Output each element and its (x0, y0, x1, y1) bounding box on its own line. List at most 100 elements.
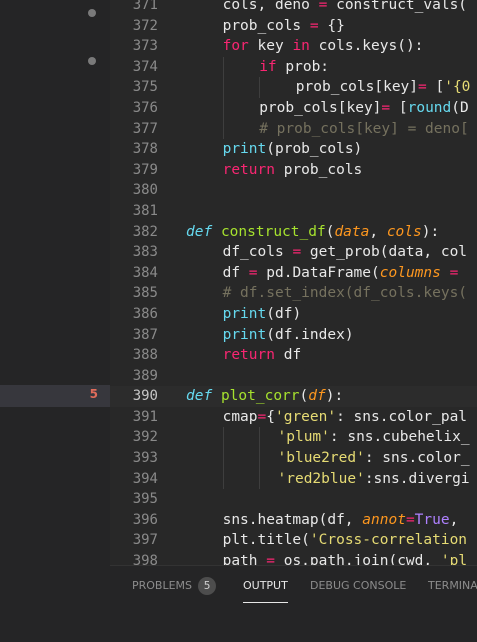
code-token: :sns.divergi (364, 470, 470, 487)
code-token: = (266, 553, 275, 565)
code-token: prob_cols (222, 17, 310, 34)
line-number: 396 (132, 511, 158, 528)
indent-guide (259, 427, 261, 449)
code-token: ): (325, 388, 344, 405)
code-line[interactable]: 393 'blue2red': sns.color_ (110, 448, 477, 469)
code-token: cols (386, 223, 422, 240)
indent-guide (259, 77, 261, 98)
code-token: if (259, 58, 277, 75)
code-line[interactable]: 373 for key in cols.keys(): (110, 36, 477, 57)
code-line[interactable]: 371 cols, deno = construct_vals( (110, 0, 477, 16)
code-line[interactable]: 377 # prob_cols[key] = deno[ (110, 118, 477, 140)
code-token: prob_cols (274, 161, 363, 178)
code-line[interactable]: 397 plt.title('Cross-correlation (110, 530, 477, 551)
line-number: 386 (132, 305, 158, 322)
code-line[interactable]: 381 (110, 201, 477, 222)
marker-dot-icon (88, 9, 96, 17)
code-line[interactable]: 386 print(df) (110, 304, 477, 325)
line-number: 395 (132, 491, 158, 508)
tab-terminal[interactable]: TERMINA (428, 578, 477, 602)
code-token: = (248, 264, 258, 281)
code-token: 'blue2red' (277, 450, 365, 467)
code-text: 'plum': sns.cubehelix_ (278, 427, 470, 448)
code-token: = (405, 511, 415, 528)
indent-guide (259, 468, 261, 490)
code-token: data (334, 223, 370, 240)
line-number: 397 (132, 532, 158, 549)
code-token: : sns.color_pal (336, 408, 468, 425)
code-token: key (248, 38, 293, 55)
code-text: df_cols = get_prob(data, col (223, 242, 467, 263)
code-line[interactable]: 384 df = pd.DataFrame(columns = (110, 263, 477, 284)
code-text: return prob_cols (223, 160, 363, 181)
code-line[interactable]: 372 prob_cols = {} (110, 16, 477, 37)
code-text: prob_cols = {} (223, 16, 345, 37)
code-text: # df.set_index(df_cols.keys( (223, 283, 467, 304)
code-token: columns (379, 264, 441, 281)
code-token: (df.index) (266, 326, 354, 343)
line-number: 379 (132, 161, 158, 178)
code-line[interactable]: 380 (110, 180, 477, 201)
code-text: cmap={'green': sns.color_pal (223, 407, 467, 428)
code-token: (prob_cols) (266, 141, 363, 158)
code-line[interactable]: 378 print(prob_cols) (110, 139, 477, 160)
code-line[interactable]: 392 'plum': sns.cubehelix_ (110, 427, 477, 449)
code-token: {} (318, 17, 345, 34)
tab-terminal-label: TERMINA (428, 579, 477, 592)
code-line[interactable]: 387 print(df.index) (110, 325, 477, 346)
line-number: 374 (132, 58, 158, 75)
code-token: round (407, 99, 452, 116)
line-number: 391 (132, 408, 158, 425)
code-line[interactable]: 382 def construct_df(data, cols): (110, 222, 477, 243)
line-number: 398 (132, 553, 158, 565)
code-token: get_prob(data, col (301, 244, 468, 261)
code-token: True (414, 511, 450, 528)
code-token: = (418, 79, 427, 96)
code-token: (D (451, 99, 469, 116)
code-token: = (292, 244, 302, 261)
code-text: # prob_cols[key] = deno[ (259, 119, 469, 140)
code-token: construct_vals( (327, 0, 468, 13)
code-text: print(df.index) (223, 325, 354, 346)
indent-guide (222, 56, 224, 78)
code-line[interactable]: 394 'red2blue':sns.divergi (110, 468, 477, 490)
code-line[interactable]: 396 sns.heatmap(df, annot=True, (110, 510, 477, 531)
code-line[interactable]: 391 cmap={'green': sns.color_pal (110, 407, 477, 428)
code-text: df = pd.DataFrame(columns = (223, 263, 459, 284)
indent-guide (259, 448, 261, 469)
code-line[interactable]: 374 if prob: (110, 56, 477, 78)
code-editor[interactable]: 371 cols, deno = construct_vals(372 prob_c… (110, 0, 477, 565)
indent-guide (222, 468, 224, 490)
tab-output[interactable]: OUTPUT (243, 578, 288, 603)
code-line[interactable]: 395 (110, 489, 477, 510)
side-panel: 5 (0, 0, 110, 641)
code-text: for key in cols.keys(): (223, 36, 424, 57)
code-line[interactable]: 385 # df.set_index(df_cols.keys( (110, 283, 477, 304)
code-token: print (222, 305, 267, 322)
code-line[interactable]: 383 df_cols = get_prob(data, col (110, 242, 477, 263)
code-line[interactable]: 390 def plot_corr(df): (110, 386, 477, 407)
problem-count-badge: 5 (89, 387, 98, 401)
code-token: 'Cross-correlation (309, 532, 468, 549)
code-line[interactable]: 379 return prob_cols (110, 160, 477, 181)
problems-count-badge: 5 (198, 577, 217, 595)
code-token: plt.title( (222, 532, 310, 549)
marker-dot-icon (88, 57, 96, 65)
indent-guide (222, 118, 224, 140)
code-token: cols, deno (222, 0, 319, 13)
indent-guide (222, 77, 224, 98)
code-token: path (222, 553, 267, 565)
code-line[interactable]: 389 (110, 366, 477, 387)
code-line[interactable]: 375 prob_cols[key]= ['{0 (110, 77, 477, 98)
selected-side-row[interactable]: 5 (0, 385, 110, 407)
code-line[interactable]: 398 path = os.path.join(cwd, 'pl (110, 551, 477, 565)
tab-debug-console[interactable]: DEBUG CONSOLE (310, 578, 406, 602)
tab-problems[interactable]: PROBLEMS 5 (132, 577, 217, 601)
line-number: 390 (132, 388, 158, 405)
code-token: plot_corr (220, 388, 300, 405)
line-number: 375 (132, 79, 158, 96)
code-line[interactable]: 376 prob_cols[key]= [round(D (110, 97, 477, 119)
code-line[interactable]: 388 return df (110, 345, 477, 366)
